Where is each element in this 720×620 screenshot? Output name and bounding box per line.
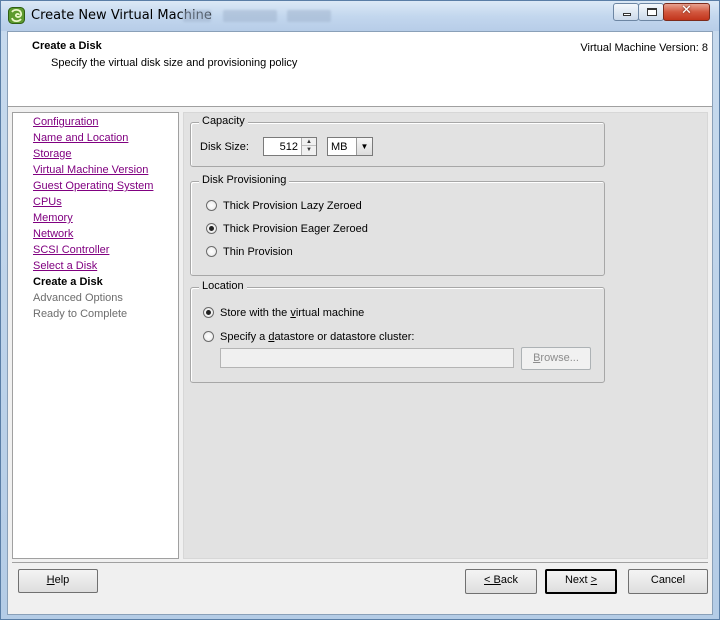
browse-label: rowse... xyxy=(540,352,579,364)
maximize-button[interactable] xyxy=(638,3,664,21)
minimize-button[interactable] xyxy=(613,3,639,21)
datastore-input xyxy=(220,348,514,368)
next-button[interactable]: Next > xyxy=(545,569,617,594)
specify-datastore-text-end: atastore or datastore cluster: xyxy=(274,331,415,343)
help-accel: H xyxy=(46,574,55,586)
spin-down-icon[interactable]: ▼ xyxy=(302,146,316,154)
specify-datastore-radio[interactable] xyxy=(203,331,214,342)
thin-provision-label[interactable]: Thin Provision xyxy=(223,246,293,258)
wizard-header: Create a Disk Specify the virtual disk s… xyxy=(8,32,712,107)
capacity-group: Capacity Disk Size: 512 ▲ ▼ MB ▼ xyxy=(190,115,605,167)
nav-step-select-a-disk[interactable]: Select a Disk xyxy=(33,260,97,272)
disk-size-label: Disk Size: xyxy=(200,141,249,153)
vm-version-label: Virtual Machine Version: 8 xyxy=(580,42,708,54)
help-button[interactable]: Help xyxy=(18,569,98,593)
nav-step-guest-os[interactable]: Guest Operating System xyxy=(33,180,153,192)
vsphere-icon xyxy=(8,7,25,24)
store-with-vm-radio[interactable] xyxy=(203,307,214,318)
back-button[interactable]: < Back xyxy=(465,569,537,594)
thick-lazy-label[interactable]: Thick Provision Lazy Zeroed xyxy=(223,200,362,212)
thick-lazy-radio[interactable] xyxy=(206,200,217,211)
nav-step-ready-to-complete: Ready to Complete xyxy=(33,308,128,320)
back-label: ack xyxy=(500,574,518,586)
nav-step-create-a-disk: Create a Disk xyxy=(33,276,103,288)
next-arrow: > xyxy=(590,574,598,586)
cancel-button[interactable]: Cancel xyxy=(628,569,708,594)
store-with-vm-label[interactable]: Store with the virtual machine xyxy=(220,307,364,319)
close-button[interactable]: ✕ xyxy=(663,3,710,21)
title-bar-ghost xyxy=(183,10,211,22)
maximize-icon xyxy=(647,8,657,16)
nav-step-cpus[interactable]: CPUs xyxy=(33,196,62,208)
nav-step-vm-version[interactable]: Virtual Machine Version xyxy=(33,164,148,176)
thick-eager-label[interactable]: Thick Provision Eager Zeroed xyxy=(223,223,368,235)
location-group: Location Store with the virtual machine … xyxy=(190,280,605,383)
title-bar-ghost xyxy=(287,10,331,22)
disk-size-unit-value: MB xyxy=(331,141,348,153)
help-label: elp xyxy=(54,574,70,586)
disk-size-spinner[interactable]: 512 ▲ ▼ xyxy=(263,137,317,156)
back-arrow: < xyxy=(484,574,494,586)
dropdown-arrow-icon[interactable]: ▼ xyxy=(356,138,372,155)
page-subtitle: Specify the virtual disk size and provis… xyxy=(51,57,298,69)
nav-step-scsi-controller[interactable]: SCSI Controller xyxy=(33,244,109,256)
nav-step-memory[interactable]: Memory xyxy=(33,212,73,224)
page-title: Create a Disk xyxy=(32,40,102,52)
footer-divider xyxy=(12,562,708,563)
dialog-window: Create New Virtual Machine ✕ Create a Di… xyxy=(0,0,720,620)
wizard-content: Capacity Disk Size: 512 ▲ ▼ MB ▼ Disk Pr… xyxy=(183,112,708,559)
back-accel: B xyxy=(493,574,501,586)
store-with-vm-text-end: irtual machine xyxy=(295,307,365,319)
spin-up-icon[interactable]: ▲ xyxy=(302,138,316,146)
specify-datastore-label[interactable]: Specify a datastore or datastore cluster… xyxy=(220,331,414,343)
thin-provision-radio[interactable] xyxy=(206,246,217,257)
title-bar-ghost xyxy=(223,10,277,22)
location-legend: Location xyxy=(199,280,247,292)
nav-step-network[interactable]: Network xyxy=(33,228,73,240)
minimize-icon xyxy=(623,13,631,16)
wizard-steps-nav: Configuration Name and Location Storage … xyxy=(12,112,179,559)
store-with-vm-text: Store with the xyxy=(220,307,291,319)
disk-size-unit-select[interactable]: MB ▼ xyxy=(327,137,373,156)
nav-step-name-and-location[interactable]: Name and Location xyxy=(33,132,128,144)
close-icon: ✕ xyxy=(681,3,692,18)
spinner-buttons: ▲ ▼ xyxy=(301,138,316,155)
nav-step-advanced-options: Advanced Options xyxy=(33,292,123,304)
disk-provisioning-group: Disk Provisioning Thick Provision Lazy Z… xyxy=(190,174,605,276)
disk-provisioning-legend: Disk Provisioning xyxy=(199,174,290,186)
dialog-client: Create a Disk Specify the virtual disk s… xyxy=(7,31,713,615)
nav-step-configuration[interactable]: Configuration xyxy=(33,116,98,128)
thick-eager-radio[interactable] xyxy=(206,223,217,234)
specify-datastore-text: Specify a xyxy=(220,331,269,343)
nav-step-storage[interactable]: Storage xyxy=(33,148,72,160)
next-label: Next xyxy=(564,574,591,586)
capacity-legend: Capacity xyxy=(199,115,248,127)
title-bar[interactable]: Create New Virtual Machine ✕ xyxy=(1,1,719,31)
disk-size-value[interactable]: 512 xyxy=(280,141,298,153)
browse-button: Browse... xyxy=(521,347,591,370)
